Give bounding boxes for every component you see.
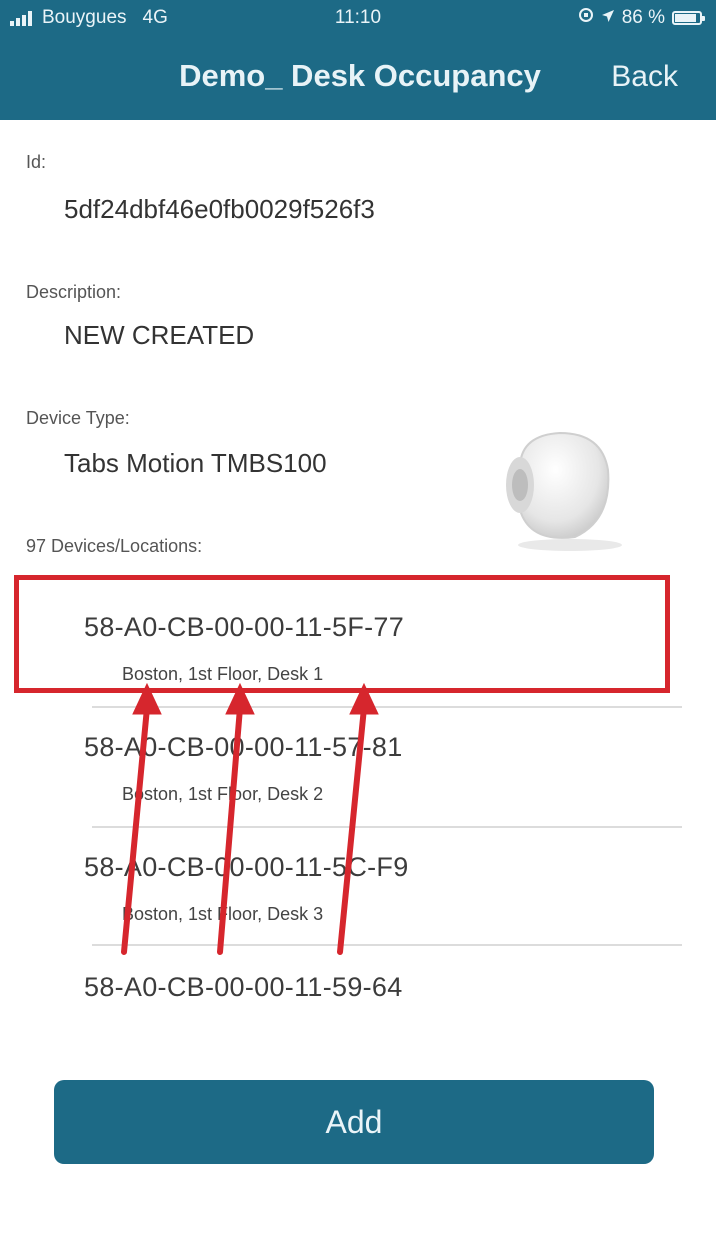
device-location: Boston, 1st Floor, Desk 1	[122, 664, 324, 684]
page-title: Demo_ Desk Occupancy	[179, 58, 541, 93]
location-arrow-icon	[601, 7, 615, 29]
status-bar: Bouygues 4G 11:10 86 %	[0, 0, 716, 38]
status-right: 86 %	[578, 7, 705, 29]
devices-count-label: 97 Devices/Locations:	[26, 536, 203, 556]
list-item[interactable]: 58-A0-CB-00-00-11-57-81 Boston, 1st Floo…	[0, 700, 716, 818]
device-mac: 58-A0-CB-00-00-11-5C-F9	[84, 852, 409, 882]
battery-icon	[672, 11, 705, 25]
battery-percent: 86 %	[621, 7, 665, 28]
motion-sensor-image	[490, 425, 640, 555]
list-item[interactable]: 58-A0-CB-00-00-11-5C-F9 Boston, 1st Floo…	[0, 820, 716, 938]
device-mac: 58-A0-CB-00-00-11-57-81	[84, 732, 403, 762]
add-button[interactable]: Add	[54, 1080, 654, 1164]
back-button[interactable]: Back	[611, 60, 678, 94]
device-location: Boston, 1st Floor, Desk 2	[122, 784, 324, 804]
device-mac: 58-A0-CB-00-00-11-5F-77	[84, 612, 405, 642]
id-label: Id:	[26, 152, 47, 172]
device-type-value: Tabs Motion TMBS100	[64, 448, 327, 478]
device-type-label: Device Type:	[26, 408, 130, 428]
device-mac: 58-A0-CB-00-00-11-59-64	[84, 972, 403, 1002]
rotation-lock-icon	[578, 7, 594, 29]
device-location: Boston, 1st Floor, Desk 3	[122, 904, 324, 924]
description-label: Description:	[26, 282, 122, 302]
list-item[interactable]: 58-A0-CB-00-00-11-5F-77 Boston, 1st Floo…	[0, 580, 716, 698]
description-value: NEW CREATED	[64, 320, 255, 350]
app-header: Bouygues 4G 11:10 86 % Demo_ Desk Occupa…	[0, 0, 716, 120]
id-value: 5df24dbf46e0fb0029f526f3	[64, 194, 375, 224]
list-item[interactable]: 58-A0-CB-00-00-11-59-64	[0, 940, 716, 1058]
